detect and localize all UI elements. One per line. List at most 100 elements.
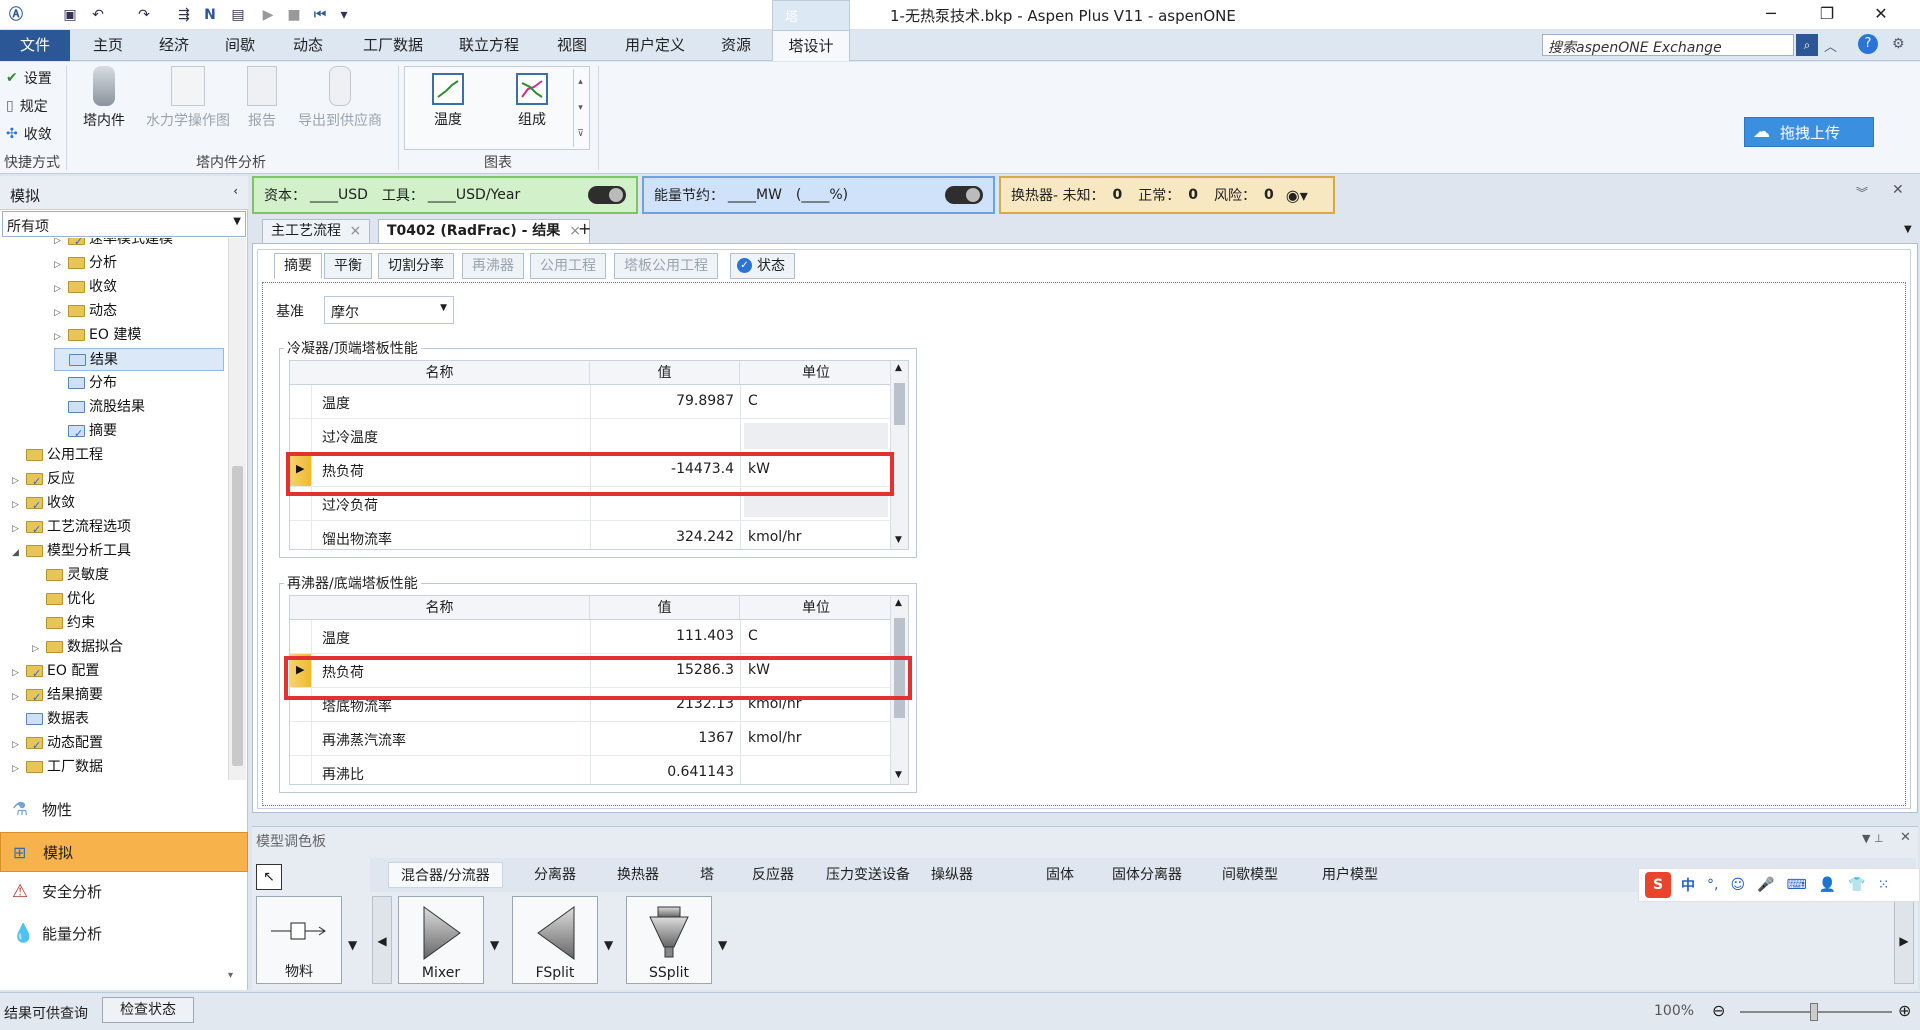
column-internals-button[interactable]: 塔内件 bbox=[76, 66, 132, 130]
palette-tab[interactable]: 压力变送设备 bbox=[826, 862, 910, 888]
collapse-nav-icon[interactable]: ‹ bbox=[233, 184, 238, 198]
nav-button-properties[interactable]: ⚗ 物性 bbox=[0, 790, 248, 830]
expand-arrow-icon[interactable]: ▷ bbox=[12, 494, 26, 517]
palette-item-fsplit[interactable]: FSplit bbox=[512, 896, 598, 984]
tab-customize[interactable]: 用户定义 bbox=[612, 30, 698, 61]
subtab-status[interactable]: ✓ 状态 bbox=[730, 253, 795, 279]
tree-item[interactable]: ▷ 动态配置 bbox=[12, 732, 103, 757]
nav-filter-select[interactable]: 所有项 ▼ bbox=[2, 211, 246, 237]
expand-arrow-icon[interactable]: ▷ bbox=[54, 278, 68, 301]
tree-item[interactable]: 灵敏度 bbox=[32, 564, 109, 587]
expand-arrow-icon[interactable]: ▷ bbox=[12, 518, 26, 541]
tab-view[interactable]: 视图 bbox=[544, 30, 600, 61]
energy-toggle[interactable] bbox=[945, 186, 983, 204]
palette-scroll-left-icon[interactable]: ◀ bbox=[372, 896, 392, 984]
customize-qat-icon[interactable]: ▾ bbox=[334, 5, 354, 25]
tree-item[interactable]: 流股结果 bbox=[54, 396, 145, 419]
expand-arrow-icon[interactable]: ◢ bbox=[12, 542, 26, 565]
close-tab-icon[interactable]: × bbox=[349, 223, 361, 239]
expand-arrow-icon[interactable]: ▷ bbox=[54, 302, 68, 325]
search-icon[interactable]: ⌕ bbox=[1796, 34, 1818, 56]
tree-item[interactable]: ◢ 模型分析工具 bbox=[12, 540, 131, 563]
subtab-balance[interactable]: 平衡 bbox=[324, 253, 372, 279]
scroll-up-icon[interactable]: ▲ bbox=[895, 363, 902, 373]
next-icon[interactable]: N bbox=[200, 5, 220, 25]
palette-pin-icon[interactable]: ▼ ⊥ bbox=[1862, 832, 1884, 845]
minimize-icon[interactable]: ─ bbox=[1756, 4, 1786, 26]
table-row[interactable]: 温度 111.403 C bbox=[290, 620, 892, 654]
convergence-button[interactable]: ✣ 收敛 bbox=[6, 124, 52, 144]
ime-chinese-mode[interactable]: 中 bbox=[1681, 875, 1695, 895]
ime-user-icon[interactable]: 👤 bbox=[1819, 877, 1836, 893]
tree-item[interactable]: 约束 bbox=[32, 612, 95, 635]
nav-button-safety[interactable]: ⚠ 安全分析 bbox=[0, 872, 248, 912]
subtab-stage-utilities[interactable]: 塔板公用工程 bbox=[614, 253, 718, 279]
row-selector[interactable] bbox=[290, 385, 312, 418]
file-tab[interactable]: 文件 bbox=[0, 30, 70, 61]
subtab-utilities[interactable]: 公用工程 bbox=[530, 253, 606, 279]
ime-emoji-icon[interactable]: ☺ bbox=[1730, 877, 1745, 893]
drag-upload-button[interactable]: ☁ 拖拽上传 bbox=[1744, 117, 1874, 147]
palette-close-icon[interactable]: ✕ bbox=[1900, 830, 1911, 845]
palette-tab[interactable]: 固体 bbox=[1046, 862, 1074, 888]
zoom-out-icon[interactable]: ⊖ bbox=[1712, 1001, 1725, 1020]
tab-column-design[interactable]: 塔设计 bbox=[772, 30, 850, 61]
tree-item[interactable]: ▷ 工艺流程选项 bbox=[12, 516, 131, 541]
row-selector[interactable] bbox=[290, 756, 312, 784]
palette-tab[interactable]: 用户模型 bbox=[1322, 862, 1378, 888]
tab-economics[interactable]: 经济 bbox=[146, 30, 202, 61]
nav-tree-scrollbar[interactable] bbox=[228, 238, 246, 780]
basis-select[interactable]: 摩尔 ▼ bbox=[324, 296, 454, 324]
scroll-thumb[interactable] bbox=[894, 383, 905, 425]
export-to-vendor-button[interactable]: 导出到供应商 bbox=[292, 66, 388, 130]
composition-chart-button[interactable]: 组成 bbox=[507, 73, 557, 129]
tree-item[interactable]: 优化 bbox=[32, 588, 95, 611]
palette-tab[interactable]: 间歇模型 bbox=[1222, 862, 1278, 888]
tree-item[interactable]: ▷ 速率模式建模 bbox=[54, 238, 173, 253]
setup-button[interactable]: ✔ 设置 bbox=[6, 68, 52, 88]
tab-home[interactable]: 主页 bbox=[80, 30, 136, 61]
check-status-button[interactable]: 检查状态 bbox=[102, 997, 194, 1023]
ime-logo-icon[interactable]: S bbox=[1645, 872, 1671, 898]
close-notif-icon[interactable]: ✕ bbox=[1892, 182, 1904, 198]
tab-dynamics[interactable]: 动态 bbox=[280, 30, 336, 61]
expand-arrow-icon[interactable]: ▷ bbox=[12, 734, 26, 757]
scroll-up-icon[interactable]: ▲ bbox=[895, 598, 902, 608]
new-tab-icon[interactable]: + bbox=[578, 219, 591, 238]
maximize-icon[interactable]: ❐ bbox=[1812, 4, 1842, 26]
expand-arrow-icon[interactable]: ▷ bbox=[54, 238, 68, 253]
stop-icon[interactable]: ■ bbox=[284, 5, 304, 25]
gallery-scroll[interactable]: ▴ ▾ ⊽ bbox=[573, 69, 587, 147]
table-row[interactable]: 再沸蒸汽流率 1367 kmol/hr bbox=[290, 722, 892, 756]
tab-equation-oriented[interactable]: 联立方程 bbox=[446, 30, 532, 61]
dropdown-arrow-icon[interactable]: ▼ bbox=[490, 938, 499, 952]
ime-keyboard-icon[interactable]: ⌨ bbox=[1787, 877, 1807, 893]
search-input[interactable]: 搜索aspenONE Exchange bbox=[1542, 34, 1794, 56]
zoom-in-icon[interactable]: ⊕ bbox=[1898, 1001, 1911, 1020]
tree-item[interactable]: 数据表 bbox=[12, 708, 89, 731]
dropdown-arrow-icon[interactable]: ▼ bbox=[718, 938, 727, 952]
subtab-reboiler[interactable]: 再沸器 bbox=[462, 253, 524, 279]
ime-skin-icon[interactable]: 👕 bbox=[1848, 877, 1865, 893]
run-icon[interactable]: ▶ bbox=[258, 5, 278, 25]
reset-icon[interactable]: ⏮ bbox=[310, 5, 330, 25]
control-panel-icon[interactable]: ▤ bbox=[228, 5, 248, 25]
row-selector[interactable] bbox=[290, 521, 312, 549]
palette-scroll-right-icon[interactable]: ▶ bbox=[1894, 896, 1914, 984]
nav-button-energy[interactable]: 💧 能量分析 bbox=[0, 914, 248, 954]
palette-tab[interactable]: 混合器/分流器 bbox=[388, 862, 503, 888]
tree-item[interactable]: ▷ EO 建模 bbox=[54, 324, 141, 347]
table-row[interactable]: 馏出物流率 324.242 kmol/hr bbox=[290, 521, 892, 549]
tree-item[interactable]: ▷ 动态 bbox=[54, 300, 117, 323]
dropdown-arrow-icon[interactable]: ▼ bbox=[604, 938, 613, 952]
ime-grid-icon[interactable]: ⁙ bbox=[1878, 877, 1890, 893]
close-icon[interactable]: ✕ bbox=[1866, 4, 1896, 26]
tree-item[interactable]: ▷ 结果摘要 bbox=[12, 684, 103, 709]
row-selector[interactable] bbox=[290, 620, 312, 653]
expand-arrow-icon[interactable]: ▷ bbox=[12, 758, 26, 780]
tree-item[interactable]: ▷ 工厂数据 bbox=[12, 756, 103, 779]
subtab-split-fraction[interactable]: 切割分率 bbox=[378, 253, 454, 279]
tree-item[interactable]: ▷ 收敛 bbox=[54, 276, 117, 299]
dropdown-arrow-icon[interactable]: ▼ bbox=[348, 938, 357, 952]
tab-plant-data[interactable]: 工厂数据 bbox=[350, 30, 436, 61]
